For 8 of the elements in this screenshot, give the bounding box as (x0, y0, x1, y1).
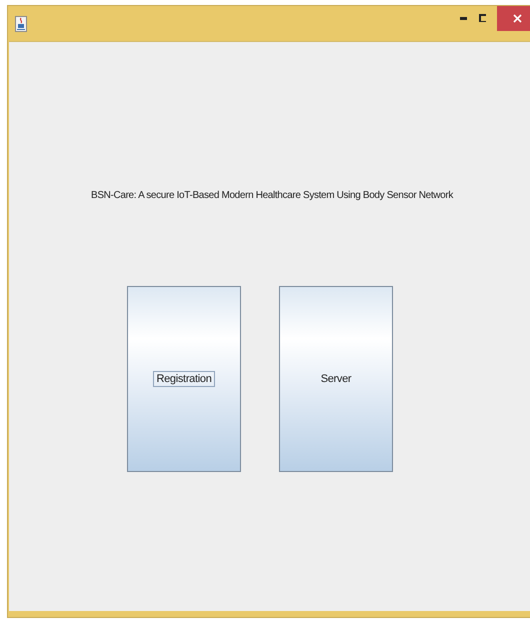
app-heading: BSN-Care: A secure IoT-Based Modern Healthcare System Using Body Sensor Network (91, 190, 453, 201)
close-icon (512, 14, 522, 23)
maximize-icon (478, 13, 486, 23)
java-cup-icon (15, 16, 27, 32)
minimize-icon (460, 16, 468, 20)
menu-button[interactable]: Server (279, 286, 393, 472)
menu-button[interactable]: Registration (127, 286, 241, 472)
close-button[interactable] (497, 6, 530, 31)
